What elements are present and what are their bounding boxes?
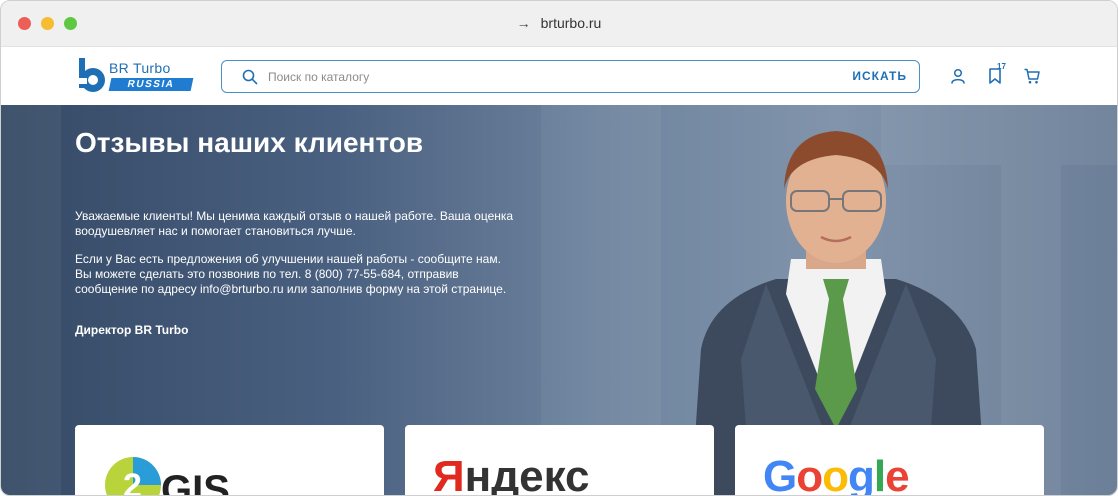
search-icon bbox=[242, 69, 258, 85]
review-card-google[interactable]: Google bbox=[735, 425, 1044, 496]
2gis-logo-text: GIS bbox=[161, 468, 230, 496]
page-title: Отзывы наших клиентов bbox=[75, 127, 424, 158]
site-logo[interactable]: BR Turbo RUSSIA bbox=[77, 58, 197, 94]
logo-subtitle: RUSSIA bbox=[108, 78, 194, 91]
search-bar: ИСКАТЬ bbox=[221, 60, 920, 93]
url-text: brturbo.ru bbox=[540, 15, 602, 31]
arrow-right-icon: → bbox=[516, 15, 531, 31]
review-card-yandex[interactable]: Яндекс bbox=[405, 425, 714, 496]
google-logo: Google bbox=[763, 452, 910, 496]
user-icon[interactable] bbox=[949, 67, 967, 85]
logo-text: BR Turbo bbox=[109, 60, 171, 76]
search-button[interactable]: ИСКАТЬ bbox=[852, 69, 907, 83]
intro-paragraph: Уважаемые клиенты! Мы ценима каждый отзы… bbox=[75, 209, 514, 238]
search-input[interactable] bbox=[268, 67, 828, 87]
review-card-2gis[interactable]: 2 GIS bbox=[75, 425, 384, 496]
logo-mark-icon bbox=[79, 58, 105, 92]
contact-paragraph: Если у Вас есть предложения об улучшении… bbox=[75, 252, 507, 296]
yandex-logo: Яндекс bbox=[433, 452, 590, 496]
2gis-logo: 2 GIS bbox=[105, 457, 230, 496]
site-header: BR Turbo RUSSIA ИСКАТЬ 17 bbox=[1, 47, 1117, 105]
reviews-hero: Отзывы наших клиентов Уважаемые клиенты!… bbox=[1, 105, 1117, 496]
cart-icon[interactable] bbox=[1023, 67, 1041, 85]
browser-titlebar: → brturbo.ru bbox=[1, 1, 1117, 47]
bookmark-count-badge: 17 bbox=[997, 62, 1006, 71]
address-bar[interactable]: → brturbo.ru bbox=[1, 15, 1117, 31]
director-signature: Директор BR Turbo bbox=[75, 323, 189, 337]
browser-window: → brturbo.ru BR Turbo RUSSIA ИСКАТЬ bbox=[0, 0, 1118, 496]
2gis-logo-digit: 2 bbox=[123, 467, 142, 496]
